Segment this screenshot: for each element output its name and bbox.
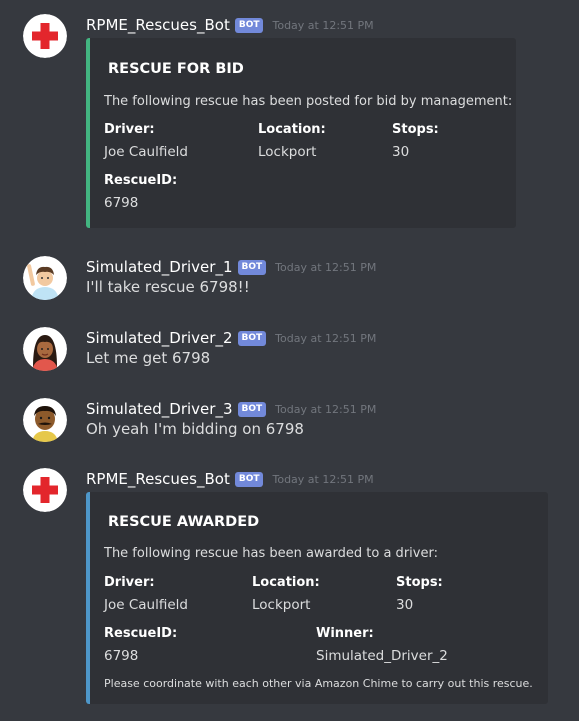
message-content: Let me get 6798: [86, 349, 211, 367]
bot-badge: BOT: [237, 330, 267, 346]
waving-man-avatar-icon[interactable]: [23, 256, 67, 300]
username[interactable]: Simulated_Driver_2: [86, 329, 233, 347]
username[interactable]: RPME_Rescues_Bot: [86, 470, 230, 488]
embed-rescue-for-bid: RESCUE FOR BID The following rescue has …: [86, 38, 516, 228]
field-value-stops: 30: [396, 597, 414, 613]
field-value-rescueid: 6798: [104, 648, 139, 664]
message-header: RPME_Rescues_Bot BOT Today at 12:51 PM: [86, 470, 374, 488]
field-name-location: Location:: [258, 122, 326, 137]
message-header: RPME_Rescues_Bot BOT Today at 12:51 PM: [86, 16, 374, 34]
field-value-location: Lockport: [252, 597, 311, 613]
timestamp[interactable]: Today at 12:51 PM: [272, 19, 373, 32]
field-value-driver: Joe Caulfield: [104, 597, 188, 613]
message-content: Oh yeah I'm bidding on 6798: [86, 420, 304, 438]
woman-avatar-icon[interactable]: [23, 327, 67, 371]
message: Simulated_Driver_2 BOT Today at 12:51 PM…: [0, 327, 579, 375]
message: RPME_Rescues_Bot BOT Today at 12:51 PM R…: [0, 468, 579, 721]
red-cross-icon[interactable]: [23, 14, 67, 58]
red-cross-icon[interactable]: [23, 468, 67, 512]
embed-description: The following rescue has been posted for…: [104, 94, 513, 109]
embed-description: The following rescue has been awarded to…: [104, 546, 438, 561]
timestamp[interactable]: Today at 12:51 PM: [272, 473, 373, 486]
bot-badge: BOT: [237, 259, 267, 275]
field-name-winner: Winner:: [316, 626, 374, 641]
embed-footer: Please coordinate with each other via Am…: [104, 677, 533, 690]
bot-badge: BOT: [237, 401, 267, 417]
bot-badge: BOT: [234, 471, 264, 487]
embed-title: RESCUE AWARDED: [108, 514, 260, 530]
field-name-stops: Stops:: [396, 575, 443, 590]
message: RPME_Rescues_Bot BOT Today at 12:51 PM R…: [0, 14, 579, 229]
message: Simulated_Driver_1 BOT Today at 12:51 PM…: [0, 256, 579, 304]
message: Simulated_Driver_3 BOT Today at 12:51 PM…: [0, 398, 579, 446]
embed-rescue-awarded: RESCUE AWARDED The following rescue has …: [86, 492, 548, 704]
field-value-stops: 30: [392, 144, 410, 160]
field-name-stops: Stops:: [392, 122, 439, 137]
field-name-driver: Driver:: [104, 122, 155, 137]
field-value-driver: Joe Caulfield: [104, 144, 188, 160]
timestamp[interactable]: Today at 12:51 PM: [275, 261, 376, 274]
timestamp[interactable]: Today at 12:51 PM: [275, 332, 376, 345]
field-name-driver: Driver:: [104, 575, 155, 590]
field-name-rescueid: RescueID:: [104, 173, 178, 188]
field-value-winner: Simulated_Driver_2: [316, 648, 448, 664]
embed-title: RESCUE FOR BID: [108, 61, 244, 77]
username[interactable]: Simulated_Driver_1: [86, 258, 233, 276]
message-header: Simulated_Driver_2 BOT Today at 12:51 PM: [86, 329, 376, 347]
field-value-location: Lockport: [258, 144, 317, 160]
message-header: Simulated_Driver_3 BOT Today at 12:51 PM: [86, 400, 376, 418]
message-header: Simulated_Driver_1 BOT Today at 12:51 PM: [86, 258, 376, 276]
username[interactable]: Simulated_Driver_3: [86, 400, 233, 418]
field-name-rescueid: RescueID:: [104, 626, 178, 641]
username[interactable]: RPME_Rescues_Bot: [86, 16, 230, 34]
timestamp[interactable]: Today at 12:51 PM: [275, 403, 376, 416]
mustache-man-avatar-icon[interactable]: [23, 398, 67, 442]
message-content: I'll take rescue 6798!!: [86, 278, 250, 296]
field-value-rescueid: 6798: [104, 195, 139, 211]
field-name-location: Location:: [252, 575, 320, 590]
bot-badge: BOT: [234, 17, 264, 33]
